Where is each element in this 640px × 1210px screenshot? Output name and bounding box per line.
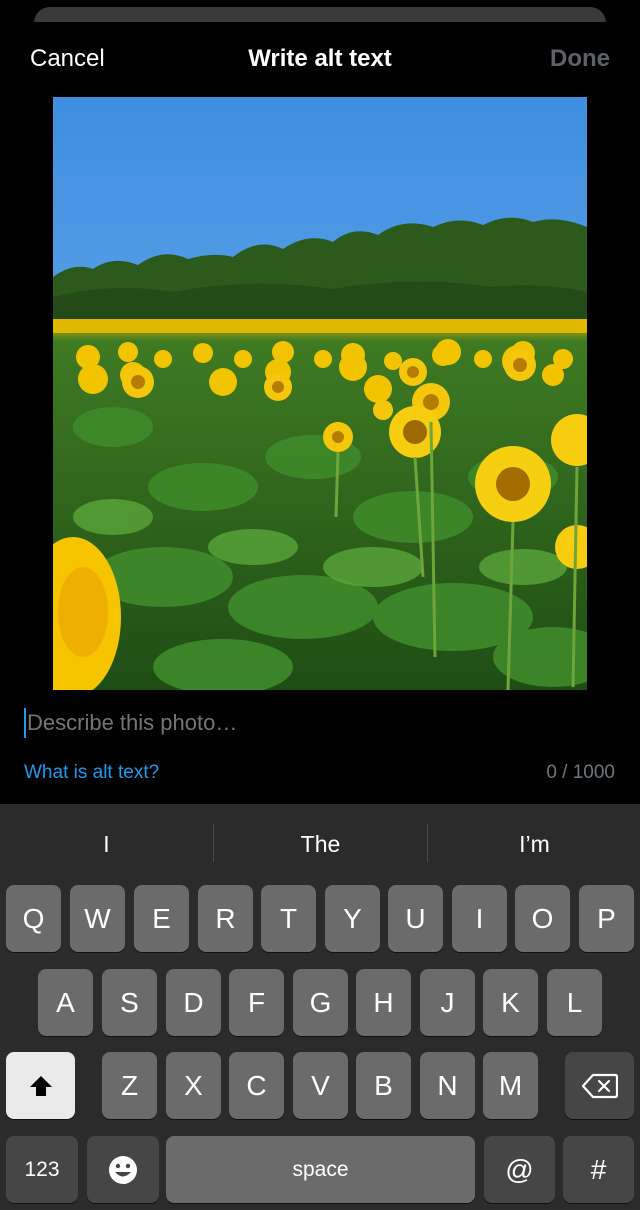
key-f[interactable]: F xyxy=(229,969,284,1036)
emoji-key[interactable] xyxy=(87,1136,159,1203)
key-w[interactable]: W xyxy=(70,885,125,952)
character-counter: 0 / 1000 xyxy=(546,762,615,783)
keyboard: I The I’m Q W E R T Y U I O P A S D F G … xyxy=(0,804,640,1210)
key-p[interactable]: P xyxy=(579,885,634,952)
at-key[interactable]: @ xyxy=(484,1136,555,1203)
key-g[interactable]: G xyxy=(293,969,348,1036)
hash-key[interactable]: # xyxy=(563,1136,634,1203)
shift-icon xyxy=(29,1075,52,1096)
key-a[interactable]: A xyxy=(38,969,93,1036)
key-t[interactable]: T xyxy=(261,885,316,952)
emoji-icon xyxy=(109,1155,137,1184)
suggestion-1[interactable]: I xyxy=(0,804,213,884)
key-d[interactable]: D xyxy=(166,969,221,1036)
key-z[interactable]: Z xyxy=(102,1052,157,1119)
text-caret xyxy=(24,708,26,738)
key-u[interactable]: U xyxy=(388,885,443,952)
key-c[interactable]: C xyxy=(229,1052,284,1119)
what-is-alt-text-link[interactable]: What is alt text? xyxy=(24,762,159,784)
key-v[interactable]: V xyxy=(293,1052,348,1119)
key-k[interactable]: K xyxy=(483,969,538,1036)
key-y[interactable]: Y xyxy=(325,885,380,952)
key-h[interactable]: H xyxy=(356,969,411,1036)
key-l[interactable]: L xyxy=(547,969,602,1036)
key-o[interactable]: O xyxy=(515,885,570,952)
sunflower-field-photo xyxy=(53,97,587,690)
key-r[interactable]: R xyxy=(198,885,253,952)
space-key[interactable]: space xyxy=(166,1136,475,1203)
key-j[interactable]: J xyxy=(420,969,475,1036)
page-title: Write alt text xyxy=(248,45,392,72)
backspace-icon xyxy=(581,1073,618,1098)
numbers-key[interactable]: 123 xyxy=(6,1136,78,1203)
backspace-key[interactable] xyxy=(565,1052,634,1119)
suggestion-3[interactable]: I’m xyxy=(428,804,640,884)
key-i[interactable]: I xyxy=(452,885,507,952)
key-n[interactable]: N xyxy=(420,1052,475,1119)
key-x[interactable]: X xyxy=(166,1052,221,1119)
shift-key[interactable] xyxy=(6,1052,75,1119)
key-q[interactable]: Q xyxy=(6,885,61,952)
done-button[interactable]: Done xyxy=(550,45,610,73)
key-m[interactable]: M xyxy=(483,1052,538,1119)
key-b[interactable]: B xyxy=(356,1052,411,1119)
key-s[interactable]: S xyxy=(102,969,157,1036)
alt-text-input[interactable] xyxy=(27,708,587,738)
suggestion-2[interactable]: The xyxy=(214,804,427,884)
key-e[interactable]: E xyxy=(134,885,189,952)
